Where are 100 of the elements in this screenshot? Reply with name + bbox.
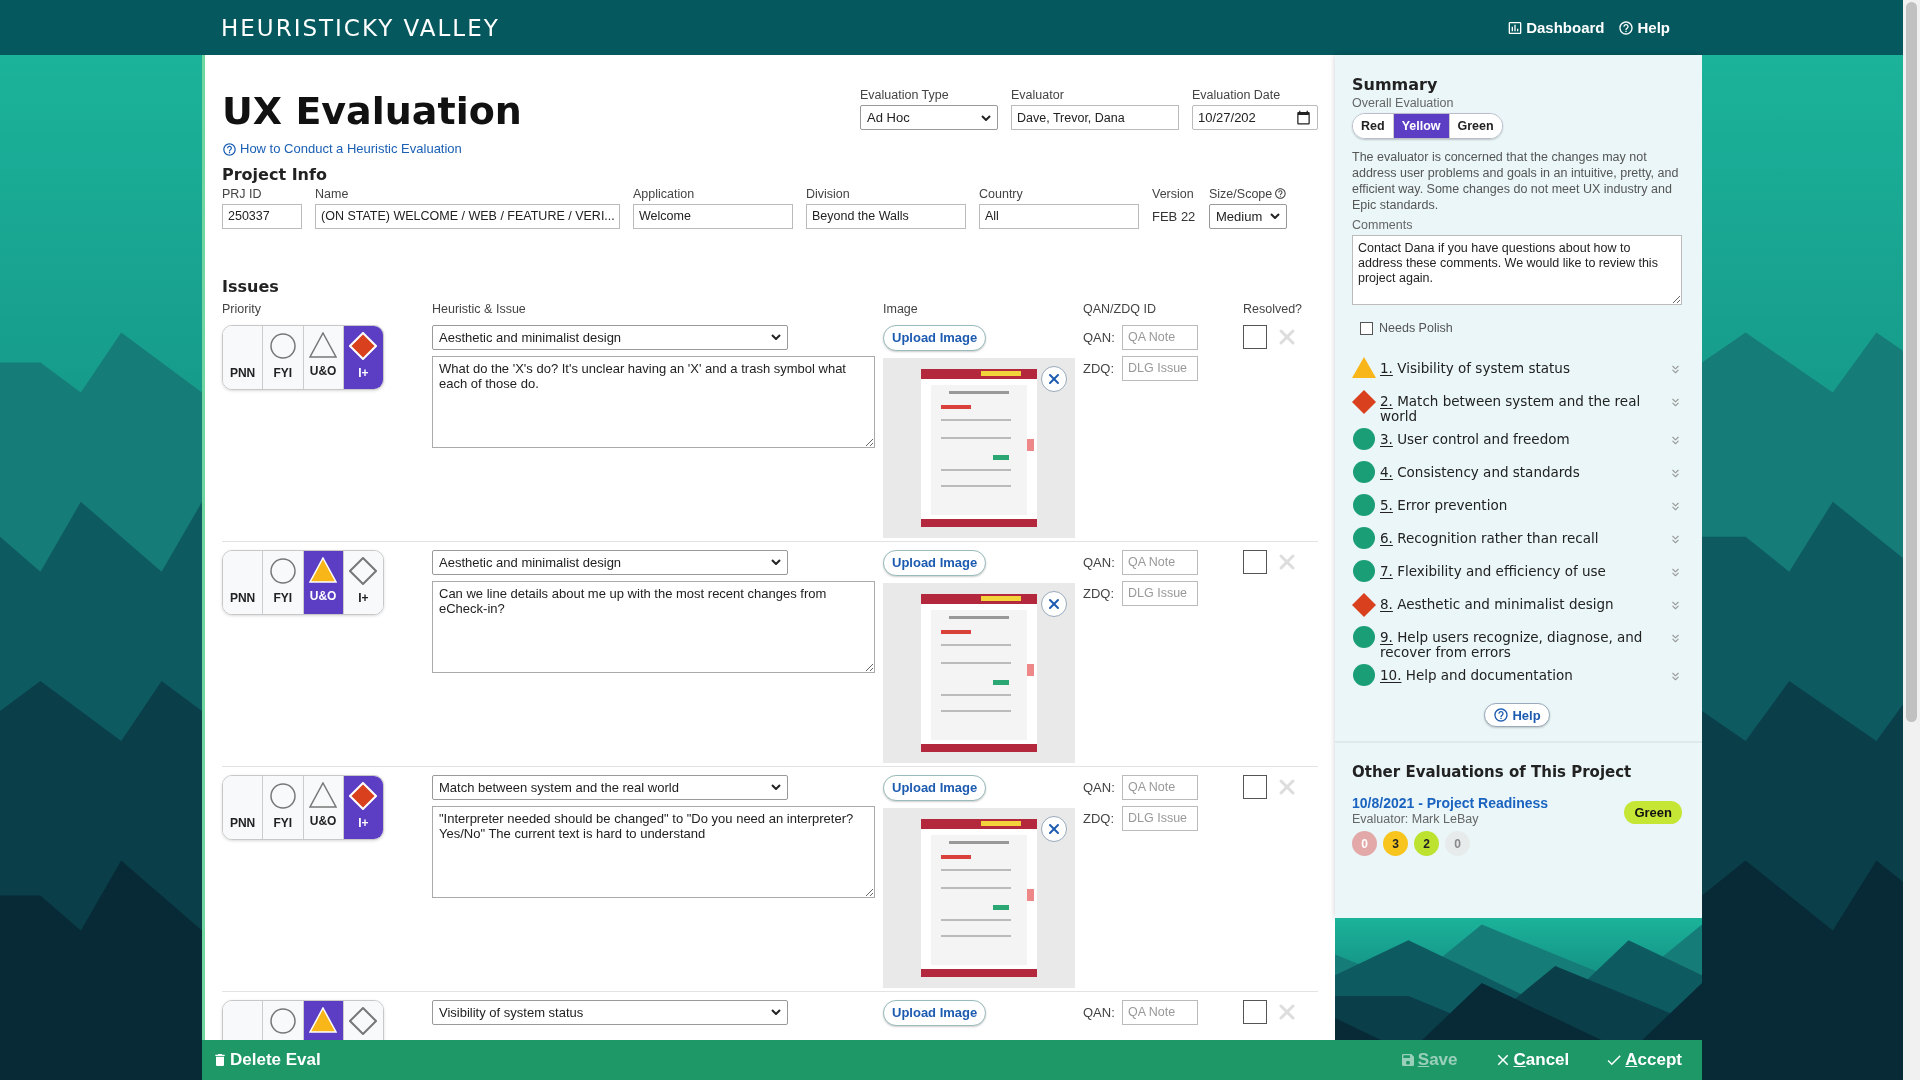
delete-button[interactable]: Delete Eval [212,1050,321,1070]
priority-selector[interactable]: PNN FYI U&O I+ [222,324,384,390]
caret-icon [771,784,781,790]
field-label: QAN: [1083,1004,1113,1020]
section-title: Issues [222,276,280,297]
rating-badge: Green [1624,801,1682,824]
priority-option[interactable]: I+ [343,550,383,614]
zdq-field[interactable]: DLG Issue [1122,355,1198,381]
text-field[interactable]: (ON STATE) WELCOME / WEB / FEATURE / VERI... [315,203,620,229]
upload-image-button[interactable]: Upload Image [883,999,987,1026]
nav-link[interactable]: Dashboard [1507,19,1605,36]
nav-link[interactable]: Help [1618,19,1670,36]
qan-field[interactable]: QA Note [1122,774,1198,800]
text-field[interactable]: 250337 [222,203,302,229]
caret-icon [981,114,991,121]
qan-field[interactable]: QA Note [1122,324,1198,350]
upload-image-button[interactable]: Upload Image [883,324,987,351]
resolved-checkbox[interactable] [1243,999,1267,1024]
heuristic-link[interactable]: 7. Flexibility and efficiency of use [1380,560,1665,579]
field-label: PRJ ID [222,185,263,202]
heuristic-link[interactable]: 8. Aesthetic and minimalist design [1380,593,1665,612]
rating-option[interactable]: Yellow [1393,114,1450,138]
priority-option[interactable]: PNN [223,550,264,614]
expand-icon[interactable] [1669,500,1682,513]
priority-selector[interactable]: PNN FYI U&O I+ [222,549,384,615]
dropdown[interactable]: Ad Hoc [860,105,998,130]
priority-option[interactable]: FYI [263,325,304,389]
date-field[interactable]: 10/27/202 [1192,105,1318,130]
count-badge: 2 [1414,831,1439,856]
heuristic-link[interactable]: 3. User control and freedom [1380,428,1665,447]
priority-option[interactable]: PNN [223,775,264,839]
issue-field[interactable]: Can we line details about me up with the most recent changes from eCheck-in? [432,580,875,673]
rating-option[interactable]: Red [1353,114,1394,138]
expand-icon[interactable] [1669,363,1682,376]
heuristic-select[interactable]: Visibility of system status [432,999,788,1025]
issue-field[interactable]: What do the 'X's do? It's unclear having an 'X' and a trash symbol what each of those do. [432,355,875,448]
priority-option[interactable]: U&O [303,325,344,389]
heuristic-select[interactable]: Match between system and the real world [432,774,788,800]
expand-icon[interactable] [1669,566,1682,579]
expand-icon[interactable] [1669,396,1682,409]
remove-image-button[interactable] [1041,815,1067,842]
diamond-icon [349,1006,378,1035]
cancel-button[interactable]: Cancel [1493,1050,1570,1070]
remove-image-button[interactable] [1041,365,1067,392]
evaluation-link[interactable]: 10/8/2021 - Project Readiness [1352,795,1549,811]
text-field[interactable]: All [979,203,1139,229]
field-label: ZDQ: [1083,360,1113,376]
heuristic-select[interactable]: Aesthetic and minimalist design [432,324,788,350]
comments-field[interactable]: Contact Dana if you have questions about how to address these comments. We would like to review this project again. [1352,235,1682,305]
circle-icon [1353,494,1375,516]
resolved-checkbox[interactable] [1243,774,1267,799]
priority-selector[interactable]: PNN FYI U&O I+ [222,774,384,840]
help-link[interactable]: How to Conduct a Heuristic Evaluation [222,141,462,157]
heuristic-select[interactable]: Aesthetic and minimalist design [432,549,788,575]
field-value: FEB 22 [1152,207,1196,226]
heuristic-link[interactable]: 6. Recognition rather than recall [1380,527,1665,546]
priority-option[interactable]: I+ [343,775,383,839]
heuristic-link[interactable]: 10. Help and documentation [1380,664,1665,683]
resolved-checkbox[interactable] [1243,549,1267,574]
priority-option[interactable]: PNN [223,325,264,389]
text-field[interactable]: Welcome [633,203,793,229]
diamond-icon [1352,593,1376,617]
priority-option[interactable]: U&O [303,775,344,839]
expand-icon[interactable] [1669,632,1682,645]
expand-icon[interactable] [1669,434,1682,447]
resolved-checkbox[interactable] [1243,324,1267,349]
priority-option[interactable]: I+ [343,325,383,389]
field-label: Size/Scope [1209,185,1273,202]
count-badge: 0 [1445,831,1470,856]
qan-field[interactable]: QA Note [1122,999,1198,1025]
zdq-field[interactable]: DLG Issue [1122,580,1198,606]
expand-icon[interactable] [1669,599,1682,612]
priority-option[interactable]: FYI [263,775,304,839]
rating-option[interactable]: Green [1449,114,1502,138]
accept-button[interactable]: Accept [1605,1050,1682,1070]
heuristic-link[interactable]: 1. Visibility of system status [1380,357,1665,376]
qan-field[interactable]: QA Note [1122,549,1198,575]
expand-icon[interactable] [1669,467,1682,480]
heuristic-link[interactable]: 4. Consistency and standards [1380,461,1665,480]
heuristic-link[interactable]: 5. Error prevention [1380,494,1665,513]
field-label: Division [806,185,851,202]
expand-icon[interactable] [1669,533,1682,546]
expand-icon[interactable] [1669,670,1682,683]
circle-icon [1353,428,1375,450]
issue-field[interactable]: "Interpreter needed should be changed" to "Do you need an interpreter? Yes/No" The current text is hard to understand [432,805,875,898]
evaluator-text: Evaluator: Mark LeBay [1352,811,1480,827]
priority-option[interactable]: FYI [263,550,304,614]
upload-image-button[interactable]: Upload Image [883,549,987,576]
upload-image-button[interactable]: Upload Image [883,774,987,801]
heuristic-link[interactable]: 2. Match between system and the real world [1380,390,1665,424]
needs-polish-checkbox[interactable] [1360,321,1373,335]
remove-image-button[interactable] [1041,590,1067,617]
trash-icon [212,1052,228,1068]
heuristic-link[interactable]: 9. Help users recognize, diagnose, and recover from errors [1380,626,1665,660]
text-field[interactable]: Dave, Trevor, Dana [1011,105,1179,130]
dropdown[interactable]: Medium [1209,203,1287,229]
priority-option[interactable]: U&O [303,550,344,614]
help-button[interactable]: Help [1484,703,1550,727]
zdq-field[interactable]: DLG Issue [1122,805,1198,831]
text-field[interactable]: Beyond the Walls [806,203,966,229]
